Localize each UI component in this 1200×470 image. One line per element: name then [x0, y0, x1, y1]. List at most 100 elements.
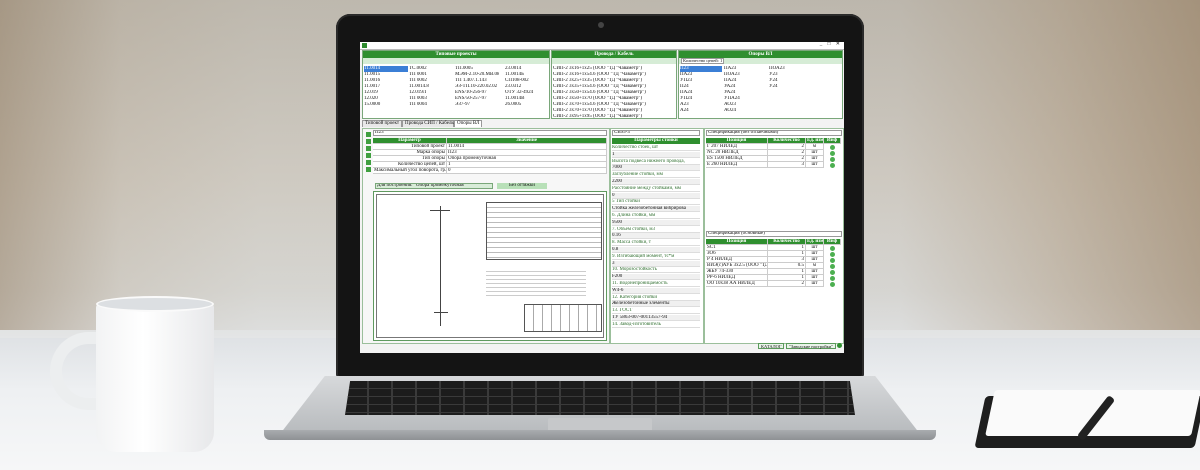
- list-item[interactable]: СИП-2 3х95+1х95 (ООО "ТД "Чаваметр"): [553, 114, 671, 120]
- no-guy-checkbox[interactable]: Без оттяжки: [497, 183, 547, 189]
- stand-param-value[interactable]: 2200: [612, 179, 700, 185]
- stand-param-value[interactable]: 9500: [612, 219, 700, 226]
- circuits-combo[interactable]: Количество цепей: 1: [681, 58, 725, 64]
- spec-quantity: 2: [768, 281, 806, 287]
- export-icon[interactable]: [366, 167, 371, 172]
- stand-param-value[interactable]: 0.16: [612, 233, 700, 240]
- list-item[interactable]: ТП 0004: [409, 102, 453, 108]
- stand-combo[interactable]: СВ95-3: [612, 130, 700, 136]
- stand-param-value[interactable]: 0: [612, 192, 700, 199]
- wires-filter-bar[interactable]: [552, 58, 676, 64]
- delete-icon[interactable]: [366, 153, 371, 158]
- add-icon[interactable]: [366, 132, 371, 137]
- info-icon[interactable]: [830, 144, 835, 150]
- spec-header: Инф: [824, 239, 841, 245]
- spec-header: Инф: [824, 138, 841, 144]
- info-icon[interactable]: [830, 263, 835, 269]
- panel-typical-projects: Типовые проекты 11.0014 11.0015 11.0016 11.…: [362, 50, 550, 119]
- info-icon[interactable]: [830, 269, 835, 275]
- list-item[interactable]: 26.0005: [505, 102, 549, 108]
- stand-param-value[interactable]: 0.8: [612, 247, 700, 253]
- spec-unit: шт: [806, 162, 824, 168]
- list-item[interactable]: А24: [680, 108, 722, 114]
- panel-header-supports: Опоры ВЛ: [679, 51, 842, 58]
- coffee-mug-rim: [96, 296, 214, 312]
- stand-param-value[interactable]: 3: [612, 260, 700, 267]
- stand-param-label: Расстояние между стойками, мм: [612, 185, 700, 192]
- stand-header: Параметры стойки: [612, 138, 700, 144]
- param-value[interactable]: 0: [447, 168, 607, 174]
- notebook-page: [985, 390, 1200, 436]
- stand-param-label: 13. ГОСТ: [612, 308, 700, 315]
- build-type-combo[interactable]: Для построения: "Опора промежуточная": [375, 183, 493, 189]
- panel-supports: Опоры ВЛ Количество цепей: 1 П23 ПА23 УП23…: [678, 50, 843, 119]
- info-icon[interactable]: [830, 156, 835, 162]
- list-item[interactable]: У24: [769, 84, 811, 90]
- list-item[interactable]: АО24: [724, 108, 766, 114]
- stand-param-label: 14. Завод-изготовитель: [612, 321, 700, 328]
- app-icon: [362, 43, 367, 48]
- coffee-mug: [96, 302, 214, 452]
- stand-param-label: 8. Масса стойки, т: [612, 240, 700, 247]
- copy-icon[interactable]: [366, 146, 371, 151]
- tab-wires[interactable]: Провода СИП / Кабель: [402, 120, 454, 127]
- stand-param-label: 7. Объем стойки, м3: [612, 226, 700, 233]
- print-icon[interactable]: [366, 160, 371, 165]
- edit-icon[interactable]: [366, 139, 371, 144]
- spec2-title: Спецификация (основные): [706, 231, 842, 237]
- info-icon[interactable]: [830, 162, 835, 168]
- stand-param-label: 10. Морозостойкость: [612, 267, 700, 274]
- stand-param-value[interactable]: F200: [612, 274, 700, 281]
- supports-filter-bar[interactable]: Количество цепей: 1: [679, 58, 842, 64]
- app-window: _ □ ✕ Типовые проекты 11.0014 11.0015 11.0…: [360, 42, 844, 353]
- info-icon[interactable]: [830, 150, 835, 156]
- webcam: [598, 22, 604, 28]
- stand-param-value[interactable]: Стойка железобетонная вибрирова: [612, 206, 700, 213]
- support-combo[interactable]: П23: [373, 130, 607, 136]
- stand-param-value[interactable]: 7000: [612, 165, 700, 172]
- spec-quantity: 3: [768, 162, 806, 168]
- tab-typical-project[interactable]: Типовой проект: [362, 120, 402, 127]
- factory-settings-button[interactable]: "Заводские настройки": [786, 343, 836, 349]
- info-icon[interactable]: [830, 281, 835, 287]
- stand-param-value[interactable]: 1: [612, 151, 700, 158]
- list-item[interactable]: ЭЗ7-97: [455, 102, 499, 108]
- stand-param-label: 11. Водонепроницаемость: [612, 281, 700, 287]
- drawing-frame: [376, 194, 604, 338]
- stand-param-value[interactable]: Железобетонные элементы: [612, 301, 700, 308]
- panel-header-typical-projects: Типовые проекты: [363, 51, 549, 58]
- panel-header-wires: Провода / Кабель: [552, 51, 676, 58]
- window-buttons[interactable]: _ □ ✕: [820, 42, 842, 48]
- info-icon[interactable]: [830, 251, 835, 257]
- tab-supports[interactable]: Опоры ВЛ: [454, 120, 482, 127]
- info-icon[interactable]: [830, 275, 835, 281]
- stand-param-value[interactable]: ТУ 5863-007-00113557-94: [612, 315, 700, 321]
- panel-filter-bar[interactable]: [363, 58, 549, 64]
- laptop-front-edge: [264, 430, 936, 440]
- param-name: Максимальный угол поворота, гр.: [373, 168, 447, 174]
- stand-area: СВ95-3 Параметры стойки Количество стоек…: [610, 128, 704, 344]
- support-combo-value: П23: [375, 130, 384, 135]
- params-area: П23 Параметр Значение Типовой проект 11.001…: [362, 128, 610, 344]
- info-icon[interactable]: [830, 257, 835, 263]
- title-bar: _ □ ✕: [360, 42, 844, 50]
- info-icon[interactable]: [830, 245, 835, 251]
- spec-area: Спецификация (без отпаечными) Позиция Кол…: [704, 128, 844, 344]
- spec-position: ОО 10х38 АА НИЛЕД: [706, 281, 768, 287]
- stand-param-label: Заглубление стойки, мм: [612, 172, 700, 179]
- keyboard-rows: [345, 381, 855, 415]
- spec-unit: шт: [806, 281, 824, 287]
- catalog-button[interactable]: КАТАЛОГ: [758, 343, 784, 349]
- stand-param-label: Количество стоек, шт: [612, 145, 700, 151]
- stand-param-label: 9. Изгибающий момент, тс*м: [612, 253, 700, 260]
- spec1-title: Спецификация (без отпаечными): [706, 130, 842, 136]
- stand-param-label: 12. Категория стойки: [612, 294, 700, 301]
- ok-icon[interactable]: [837, 343, 842, 348]
- stand-param-label: 6. Длина стойки, мм: [612, 213, 700, 219]
- stand-param-value[interactable]: W4-6: [612, 287, 700, 294]
- stand-param-label: 5 Тип стойки: [612, 199, 700, 206]
- list-item[interactable]: 15.0000: [364, 102, 408, 108]
- panel-wires: Провода / Кабель СИП-2 3х16+1х25 (ООО "Т…: [551, 50, 677, 119]
- spec-position: Е 260 НИЛЕД: [706, 162, 768, 168]
- support-drawing: [373, 191, 607, 341]
